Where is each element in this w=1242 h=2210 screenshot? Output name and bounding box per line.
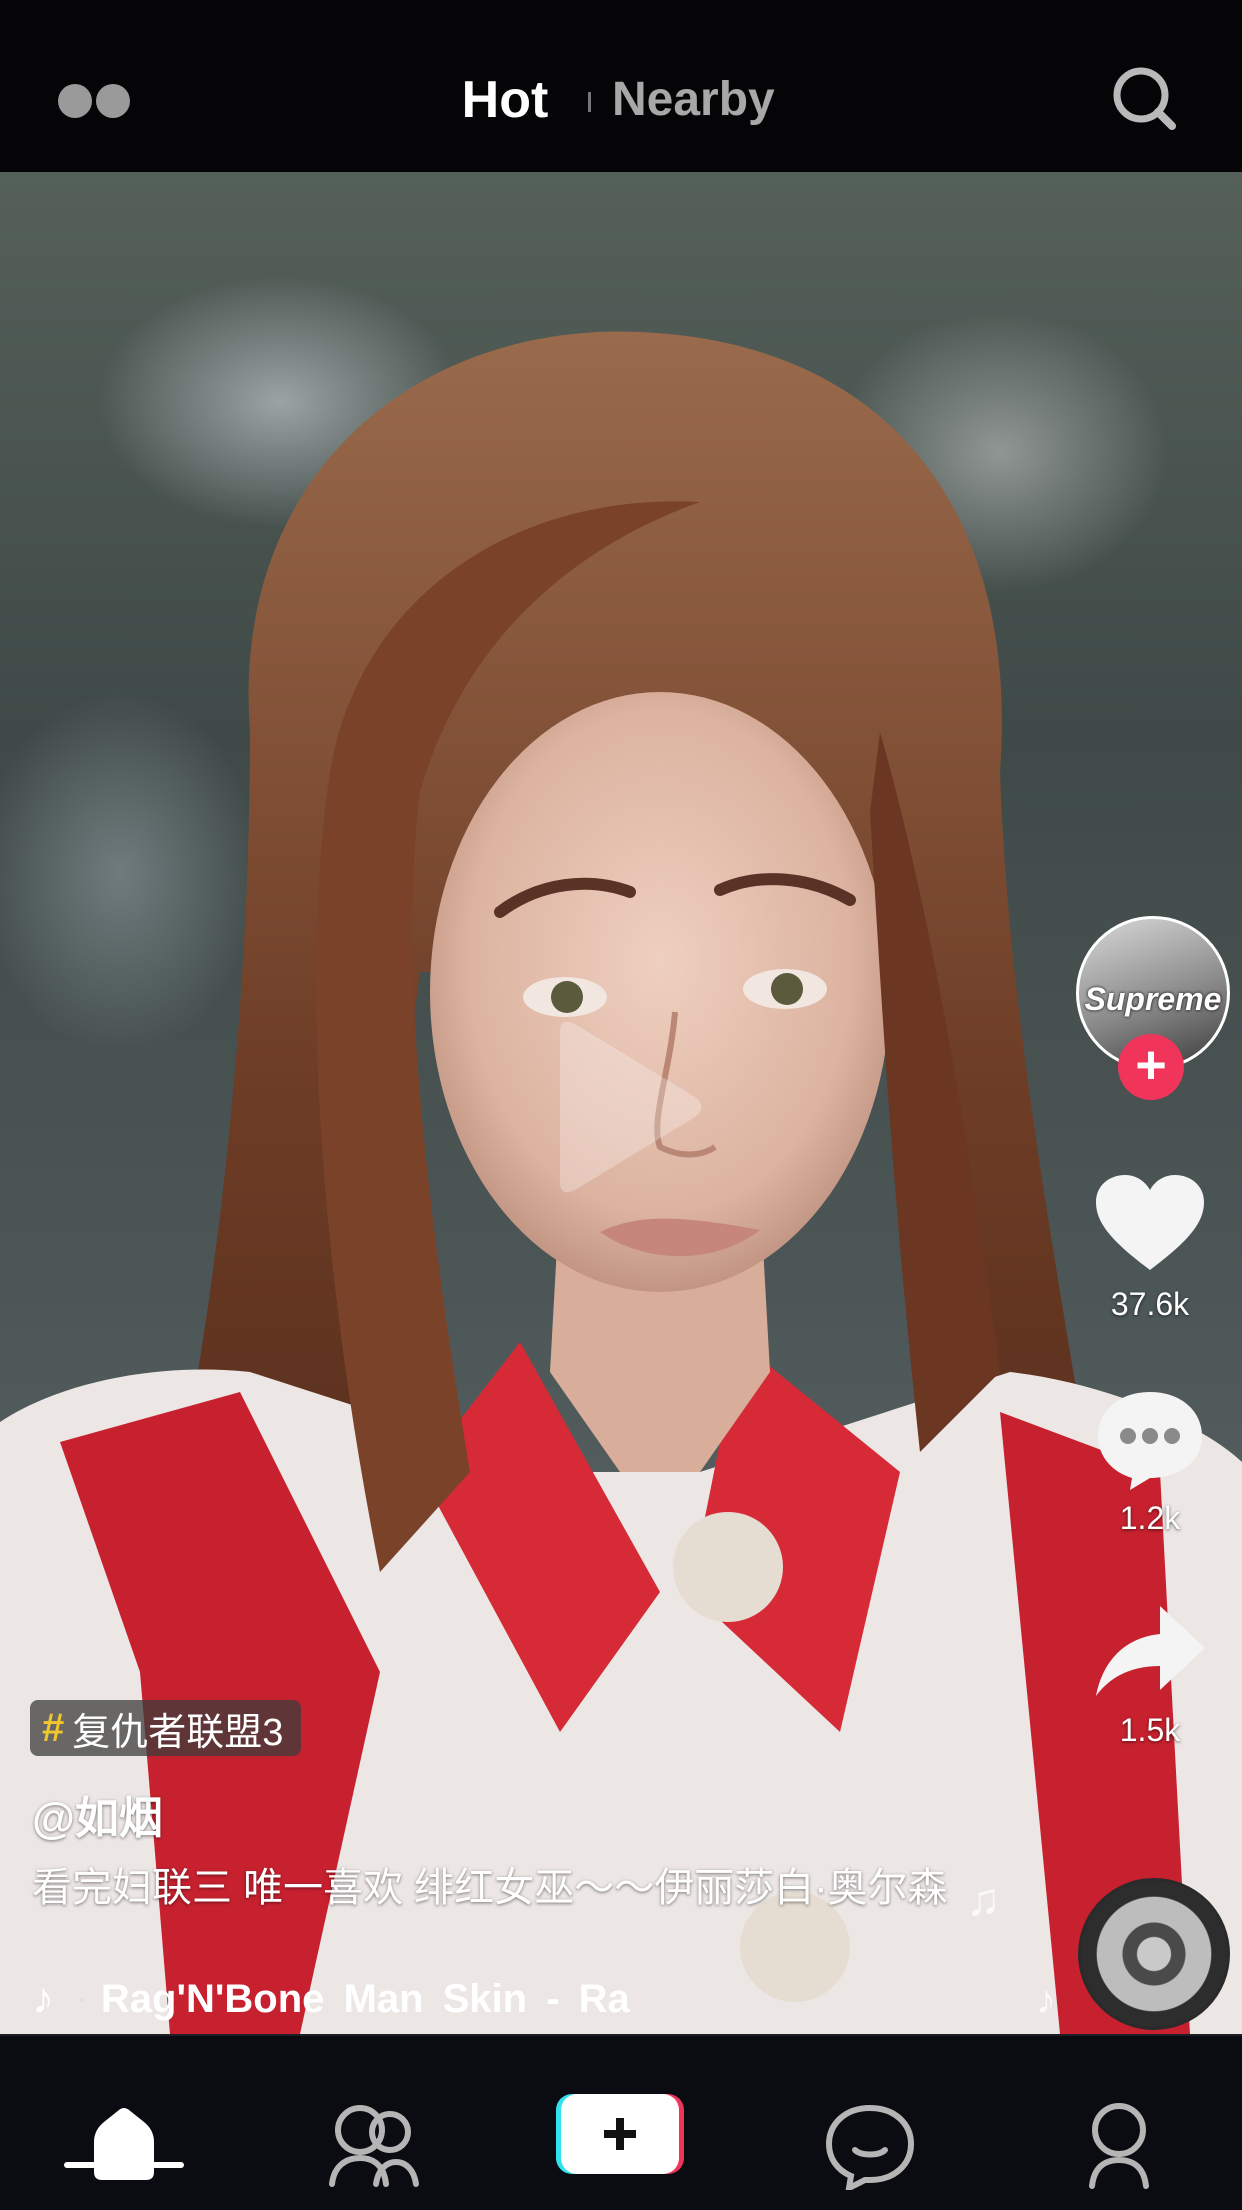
dots-icon[interactable] — [58, 84, 134, 120]
play-icon[interactable] — [540, 1012, 710, 1202]
music-title: Rag'N'Bone Man Skin - Ra — [100, 1976, 630, 2021]
home-icon[interactable] — [69, 2100, 179, 2190]
username[interactable]: @如烟 — [32, 1782, 163, 1846]
top-bar: Hot Nearby — [0, 0, 1242, 172]
tab-separator — [588, 92, 591, 112]
hashtag-text: 复仇者联盟3 — [72, 1711, 284, 1754]
create-icon[interactable] — [556, 2092, 684, 2176]
like-button[interactable]: 37.6k — [1090, 1170, 1210, 1323]
like-count: 37.6k — [1110, 1286, 1190, 1322]
comment-count: 1.2k — [1119, 1500, 1181, 1536]
floating-note-icon: ♪ — [1036, 1978, 1056, 2022]
search-icon[interactable] — [1110, 64, 1178, 132]
home-active-indicator — [64, 2162, 184, 2168]
share-count: 1.5k — [1119, 1712, 1181, 1748]
comment-icon — [1098, 1392, 1202, 1490]
avatar-label: Supreme — [1084, 981, 1222, 1017]
comment-button[interactable]: 1.2k — [1090, 1384, 1210, 1537]
music-ticker[interactable]: ♪ · Rag'N'Bone Man Skin - Ra — [32, 1974, 652, 2034]
music-separator: · — [76, 1982, 87, 2015]
friends-icon[interactable] — [318, 2100, 428, 2190]
heart-icon — [1096, 1175, 1204, 1270]
share-button[interactable]: 1.5k — [1090, 1596, 1210, 1749]
follow-button[interactable]: + — [1118, 1034, 1184, 1100]
music-disc[interactable] — [1078, 1878, 1230, 2030]
messages-icon[interactable] — [815, 2100, 925, 2190]
tab-nearby[interactable]: Nearby — [612, 72, 775, 127]
hashtag-icon: # — [42, 1705, 65, 1750]
tab-hot[interactable]: Hot — [430, 70, 580, 130]
music-note-icon: ♪ — [32, 1974, 54, 2023]
profile-icon[interactable] — [1064, 2100, 1174, 2190]
floating-note-icon: ♫ — [966, 1873, 1001, 1925]
caption-text: 看完妇联三 唯一喜欢 绯红女巫～～伊丽莎白·奥尔森 — [32, 1866, 948, 1910]
share-icon — [1096, 1606, 1205, 1696]
hashtag-chip[interactable]: # 复仇者联盟3 — [30, 1700, 302, 1756]
bottom-nav — [0, 2034, 1242, 2210]
